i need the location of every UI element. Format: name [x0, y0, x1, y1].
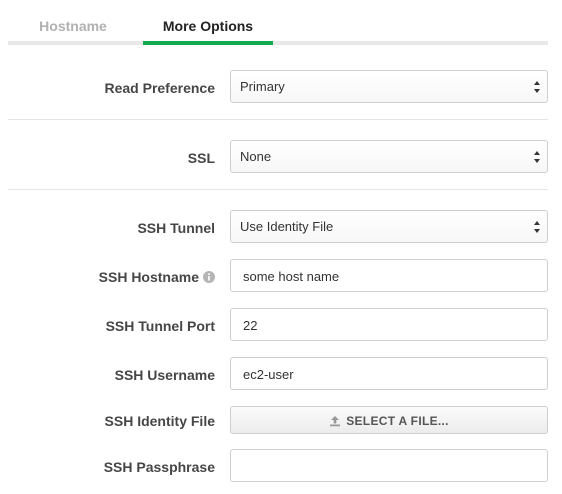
- ssl-select[interactable]: None: [230, 140, 548, 173]
- tab-more-options[interactable]: More Options: [143, 0, 273, 45]
- ssh-hostname-label: SSH Hostname: [99, 269, 215, 285]
- read-preference-select[interactable]: Primary: [230, 70, 548, 103]
- info-icon[interactable]: [203, 271, 215, 283]
- ssh-hostname-label-text: SSH Hostname: [98, 269, 199, 285]
- ssh-tunnel-port-input[interactable]: 22: [230, 308, 548, 341]
- tab-hostname[interactable]: Hostname: [8, 0, 138, 45]
- ssh-passphrase-label: SSH Passphrase: [103, 459, 215, 475]
- ssl-value: None: [240, 149, 272, 164]
- ssh-identity-file-label: SSH Identity File: [104, 413, 215, 429]
- upload-icon: [330, 416, 341, 427]
- connect-options-form: Hostname More Options Read Preference Pr…: [0, 0, 562, 494]
- ssh-hostname-input[interactable]: some host name: [230, 259, 548, 292]
- ssh-tunnel-select[interactable]: Use Identity File: [230, 210, 548, 243]
- select-file-label: SELECT A FILE...: [346, 414, 449, 428]
- select-file-button[interactable]: SELECT A FILE...: [230, 406, 548, 434]
- ssl-label: SSL: [187, 150, 215, 166]
- chevron-up-down-icon: [534, 221, 540, 233]
- ssh-username-input[interactable]: ec2-user: [230, 357, 548, 390]
- read-preference-label: Read Preference: [104, 80, 215, 96]
- ssh-username-value: ec2-user: [243, 367, 294, 382]
- tab-bar: Hostname More Options: [8, 0, 548, 45]
- ssh-tunnel-port-label: SSH Tunnel Port: [105, 318, 215, 334]
- ssh-passphrase-input[interactable]: [230, 449, 548, 482]
- read-preference-value: Primary: [240, 79, 285, 94]
- chevron-up-down-icon: [534, 151, 540, 163]
- ssh-tunnel-port-value: 22: [243, 318, 258, 333]
- ssh-username-label: SSH Username: [114, 367, 215, 383]
- ssh-tunnel-label: SSH Tunnel: [137, 220, 215, 236]
- section-divider: [8, 189, 548, 190]
- ssh-tunnel-value: Use Identity File: [240, 219, 334, 234]
- chevron-up-down-icon: [534, 81, 540, 93]
- ssh-hostname-value: some host name: [243, 269, 340, 284]
- section-divider: [8, 119, 548, 120]
